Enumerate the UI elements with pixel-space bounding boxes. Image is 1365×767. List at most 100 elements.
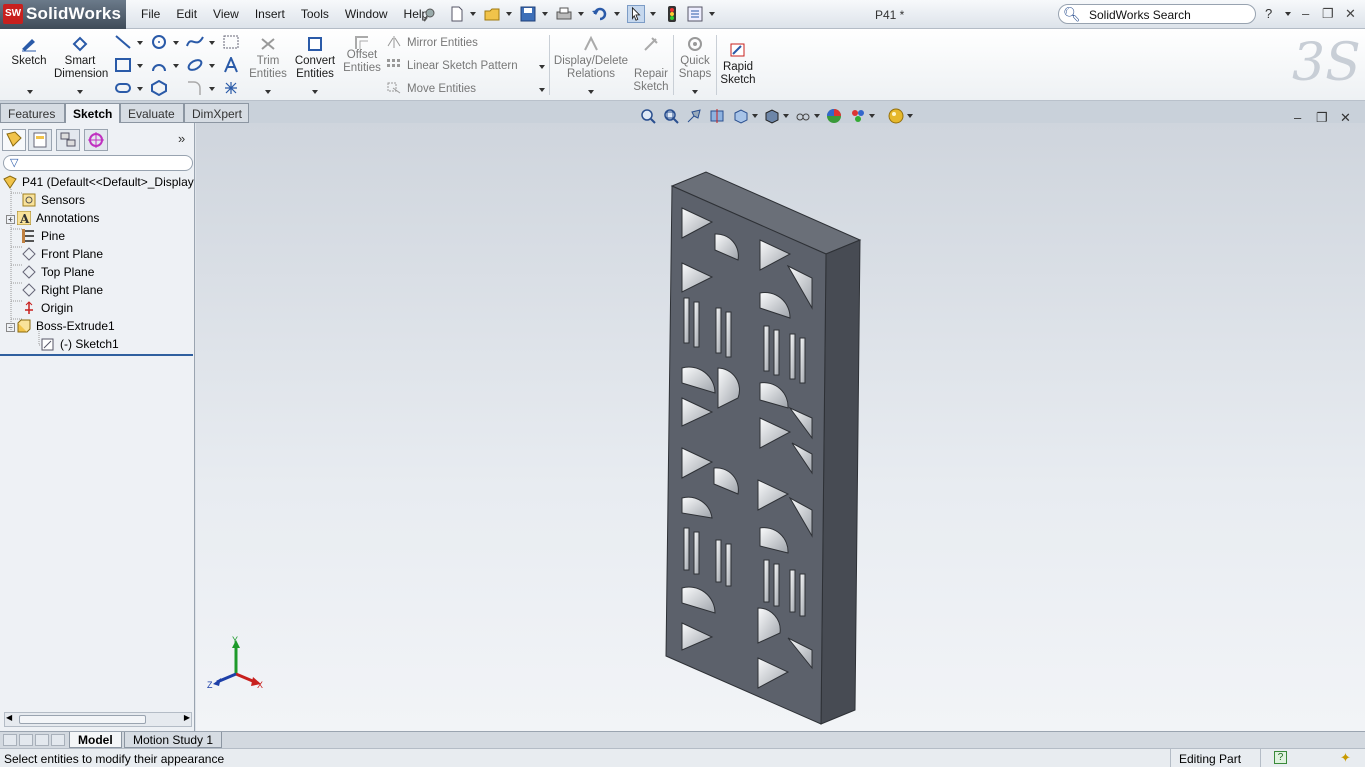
menu-insert[interactable]: Insert bbox=[247, 7, 293, 21]
quick-snaps-button[interactable]: Quick Snaps bbox=[676, 35, 714, 81]
undo-dropdown-icon[interactable] bbox=[614, 12, 620, 16]
display-style-dropdown-icon[interactable] bbox=[783, 114, 789, 118]
print-icon[interactable] bbox=[555, 5, 573, 23]
filter-input[interactable]: ▽ bbox=[3, 155, 193, 171]
new-dropdown-icon[interactable] bbox=[470, 12, 476, 16]
dimxpertmanager-tab[interactable] bbox=[84, 129, 108, 151]
hatch-icon[interactable] bbox=[222, 34, 240, 50]
traffic-light-icon[interactable] bbox=[663, 5, 681, 23]
ellipse-dropdown-icon[interactable] bbox=[209, 64, 215, 68]
close-icon[interactable]: ✕ bbox=[1345, 6, 1356, 22]
line-dropdown-icon[interactable] bbox=[137, 41, 143, 45]
open-dropdown-icon[interactable] bbox=[506, 12, 512, 16]
circle-dropdown-icon[interactable] bbox=[173, 41, 179, 45]
scroll-right-icon[interactable]: ▶ bbox=[184, 713, 190, 722]
circle-icon[interactable] bbox=[150, 34, 168, 50]
realview-dropdown-icon[interactable] bbox=[907, 114, 913, 118]
help-icon[interactable]: ? bbox=[1265, 6, 1272, 21]
print-dropdown-icon[interactable] bbox=[578, 12, 584, 16]
polygon-icon[interactable] bbox=[150, 80, 168, 96]
solidworks-logo[interactable]: SW SolidWorks bbox=[0, 0, 126, 29]
move-entities-button[interactable]: Move Entities bbox=[387, 82, 476, 95]
menu-window[interactable]: Window bbox=[337, 7, 396, 21]
help-status-icon[interactable]: ? bbox=[1274, 751, 1287, 764]
convert-dropdown-icon[interactable] bbox=[312, 90, 318, 94]
options-icon[interactable] bbox=[686, 5, 704, 23]
display-delete-relations-button[interactable]: Display/Delete Relations bbox=[553, 35, 629, 81]
tab-next-icon[interactable] bbox=[35, 734, 49, 746]
slot-dropdown-icon[interactable] bbox=[137, 87, 143, 91]
new-document-icon[interactable] bbox=[448, 5, 466, 23]
section-view-icon[interactable] bbox=[709, 108, 725, 124]
help-dropdown-icon[interactable] bbox=[1285, 12, 1291, 16]
spline-icon[interactable] bbox=[186, 34, 204, 50]
spline-dropdown-icon[interactable] bbox=[209, 41, 215, 45]
mirror-entities-button[interactable]: Mirror Entities bbox=[387, 36, 478, 49]
realview-icon[interactable] bbox=[888, 108, 904, 124]
hide-show-items-icon[interactable] bbox=[795, 108, 811, 124]
expand-panel-icon[interactable]: » bbox=[178, 131, 185, 146]
save-icon[interactable] bbox=[519, 5, 537, 23]
trim-dropdown-icon[interactable] bbox=[265, 90, 271, 94]
apply-scene-icon[interactable] bbox=[850, 108, 866, 124]
viewport-minimize-icon[interactable]: – bbox=[1294, 110, 1301, 125]
menu-view[interactable]: View bbox=[205, 7, 247, 21]
part-model-3d[interactable] bbox=[660, 168, 870, 728]
tab-model[interactable]: Model bbox=[69, 732, 122, 748]
propertymanager-tab[interactable] bbox=[28, 129, 52, 151]
orientation-dropdown-icon[interactable] bbox=[752, 114, 758, 118]
dimension-dropdown-icon[interactable] bbox=[77, 90, 83, 94]
rollback-bar[interactable] bbox=[0, 354, 193, 356]
text-icon[interactable] bbox=[222, 57, 240, 73]
tab-dimxpert[interactable]: DimXpert bbox=[184, 103, 249, 123]
save-dropdown-icon[interactable] bbox=[542, 12, 548, 16]
pattern-dropdown-icon[interactable] bbox=[539, 65, 545, 69]
tab-first-icon[interactable] bbox=[3, 734, 17, 746]
select-arrow-icon[interactable] bbox=[627, 5, 645, 23]
linear-sketch-pattern-button[interactable]: Linear Sketch Pattern bbox=[387, 59, 518, 72]
minimize-icon[interactable]: – bbox=[1302, 6, 1309, 21]
pushpin-icon[interactable] bbox=[421, 5, 439, 23]
zoom-to-fit-icon[interactable] bbox=[640, 108, 656, 124]
scene-dropdown-icon[interactable] bbox=[869, 114, 875, 118]
scroll-left-icon[interactable]: ◀ bbox=[6, 713, 12, 722]
horizontal-scrollbar[interactable]: ◀ ▶ bbox=[4, 712, 192, 727]
rectangle-icon[interactable] bbox=[114, 57, 132, 73]
tab-sketch[interactable]: Sketch bbox=[65, 103, 120, 123]
offset-entities-button[interactable]: Offset Entities bbox=[342, 36, 382, 75]
fillet-dropdown-icon[interactable] bbox=[209, 87, 215, 91]
repair-sketch-button[interactable]: Repair Sketch bbox=[632, 35, 670, 94]
open-folder-icon[interactable] bbox=[483, 5, 501, 23]
zoom-to-area-icon[interactable] bbox=[663, 108, 679, 124]
line-icon[interactable] bbox=[114, 34, 132, 50]
hide-show-dropdown-icon[interactable] bbox=[814, 114, 820, 118]
scroll-thumb[interactable] bbox=[19, 715, 146, 724]
restore-icon[interactable]: ❐ bbox=[1322, 6, 1334, 22]
featuremanager-tab[interactable] bbox=[2, 129, 26, 151]
ellipse-icon[interactable] bbox=[186, 57, 204, 73]
tab-prev-icon[interactable] bbox=[19, 734, 33, 746]
arc-icon[interactable] bbox=[150, 57, 168, 73]
tree-item-sketch1[interactable]: (-) Sketch1 bbox=[41, 337, 119, 355]
previous-view-icon[interactable] bbox=[686, 108, 702, 124]
options-dropdown-icon[interactable] bbox=[709, 12, 715, 16]
tab-motion-study-1[interactable]: Motion Study 1 bbox=[124, 732, 223, 748]
view-orientation-icon[interactable] bbox=[733, 108, 749, 124]
smart-dimension-button[interactable]: Smart Dimension bbox=[54, 35, 108, 81]
edit-appearance-icon[interactable] bbox=[826, 108, 842, 124]
undo-icon[interactable] bbox=[591, 5, 609, 23]
menu-tools[interactable]: Tools bbox=[293, 7, 337, 21]
search-input[interactable]: 🔍︎ SolidWorks Search bbox=[1058, 4, 1256, 24]
menu-edit[interactable]: Edit bbox=[168, 7, 205, 21]
search-icon[interactable]: 🔍︎ bbox=[1063, 6, 1081, 23]
configurationmanager-tab[interactable] bbox=[56, 129, 80, 151]
viewport-close-icon[interactable]: ✕ bbox=[1340, 110, 1351, 126]
tab-last-icon[interactable] bbox=[51, 734, 65, 746]
arc-dropdown-icon[interactable] bbox=[173, 64, 179, 68]
rapid-sketch-button[interactable]: Rapid Sketch bbox=[719, 41, 757, 87]
move-dropdown-icon[interactable] bbox=[539, 88, 545, 92]
relations-dropdown-icon[interactable] bbox=[588, 90, 594, 94]
display-style-icon[interactable] bbox=[764, 108, 780, 124]
tab-features[interactable]: Features bbox=[0, 103, 65, 123]
viewport-restore-icon[interactable]: ❐ bbox=[1316, 110, 1328, 126]
